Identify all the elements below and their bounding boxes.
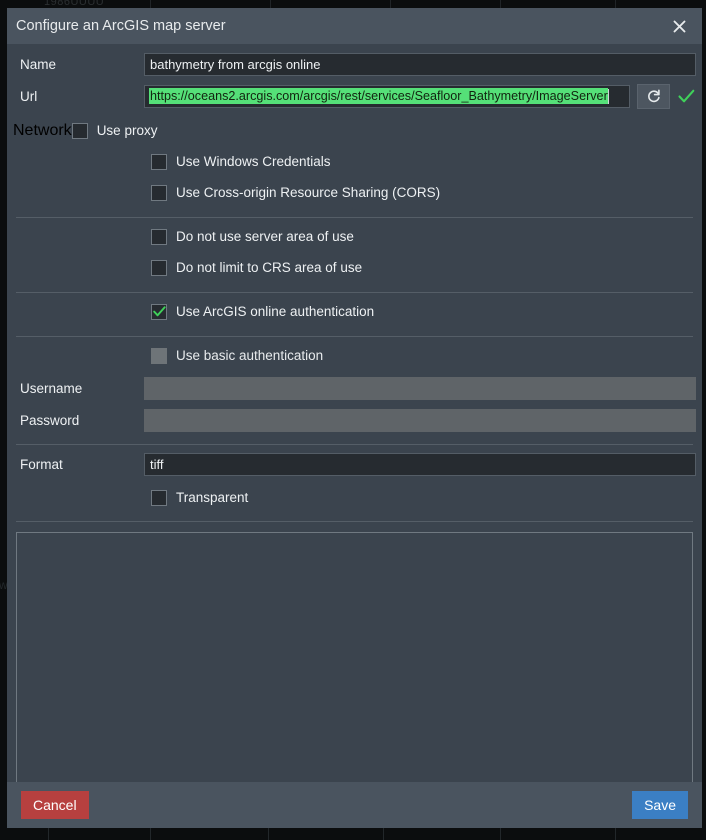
dialog-body: Name Url https://oceans2.arcgis.com/arcg… <box>7 44 702 782</box>
url-label: Url <box>20 88 38 104</box>
separator-4 <box>16 444 693 445</box>
app-backdrop-top: 1986UUUU <box>0 0 706 8</box>
basic-auth-row: Use basic authentication <box>13 343 696 368</box>
name-row: Name <box>13 51 696 77</box>
format-row: Format <box>13 451 696 477</box>
name-input[interactable] <box>144 52 696 76</box>
url-valid-check-icon <box>676 89 696 104</box>
url-input-text: https://oceans2.arcgis.com/arcgis/rest/s… <box>149 88 608 104</box>
arcgis-online-auth-label[interactable]: Use ArcGIS online authentication <box>176 304 374 319</box>
arcgis-online-auth-row: Use ArcGIS online authentication <box>13 299 696 324</box>
username-input[interactable] <box>144 376 696 400</box>
use-proxy-checkbox[interactable] <box>71 122 88 139</box>
separator-1 <box>16 217 693 218</box>
cancel-button[interactable]: Cancel <box>21 791 89 819</box>
url-input[interactable]: https://oceans2.arcgis.com/arcgis/rest/s… <box>144 84 630 108</box>
use-windows-credentials-checkbox[interactable] <box>151 153 167 170</box>
close-icon[interactable] <box>656 8 702 44</box>
use-windows-credentials-row: Use Windows Credentials <box>13 149 696 174</box>
no-server-area-checkbox[interactable] <box>151 228 167 245</box>
use-proxy-label[interactable]: Use proxy <box>97 123 158 138</box>
name-label: Name <box>20 56 57 72</box>
separator-3 <box>16 336 693 337</box>
transparent-label[interactable]: Transparent <box>176 490 248 505</box>
use-windows-credentials-label[interactable]: Use Windows Credentials <box>176 154 331 169</box>
app-backdrop-left: w <box>0 8 8 828</box>
username-row: Username <box>13 375 696 401</box>
dialog-titlebar: Configure an ArcGIS map server <box>7 8 702 44</box>
use-cors-row: Use Cross-origin Resource Sharing (CORS) <box>13 180 696 205</box>
app-backdrop-right <box>702 8 706 828</box>
no-server-area-row: Do not use server area of use <box>13 224 696 249</box>
no-server-area-label[interactable]: Do not use server area of use <box>176 229 354 244</box>
format-label: Format <box>20 456 63 472</box>
transparent-checkbox[interactable] <box>151 489 167 506</box>
use-cors-label[interactable]: Use Cross-origin Resource Sharing (CORS) <box>176 185 440 200</box>
dialog-title: Configure an ArcGIS map server <box>16 18 226 34</box>
url-text-caret <box>607 88 609 104</box>
no-crs-area-checkbox[interactable] <box>151 259 167 276</box>
basic-auth-checkbox[interactable] <box>151 347 167 364</box>
no-crs-area-row: Do not limit to CRS area of use <box>13 255 696 280</box>
username-label: Username <box>20 380 83 396</box>
arcgis-online-auth-checkbox[interactable] <box>151 303 167 320</box>
separator-2 <box>16 292 693 293</box>
password-row: Password <box>13 407 696 433</box>
network-label: Network <box>13 121 72 139</box>
password-input[interactable] <box>144 408 696 432</box>
configure-arcgis-dialog: Configure an ArcGIS map server Name Url … <box>7 8 702 828</box>
password-label: Password <box>20 412 80 428</box>
separator-5 <box>16 521 693 522</box>
url-row: Url https://oceans2.arcgis.com/arcgis/re… <box>13 83 696 109</box>
format-input[interactable] <box>144 452 696 476</box>
no-crs-area-label[interactable]: Do not limit to CRS area of use <box>176 260 362 275</box>
transparent-row: Transparent <box>13 485 696 510</box>
use-proxy-row: Network Use proxy <box>13 118 696 143</box>
layers-tree-panel[interactable] <box>16 532 693 782</box>
backdrop-ghost-text: 1986UUUU <box>44 0 105 8</box>
app-taskbar-strip <box>0 828 706 840</box>
reset-icon[interactable] <box>637 83 670 109</box>
basic-auth-label[interactable]: Use basic authentication <box>176 348 323 363</box>
dialog-footer: Cancel Save <box>7 782 702 828</box>
use-cors-checkbox[interactable] <box>151 184 167 201</box>
save-button[interactable]: Save <box>632 791 688 819</box>
